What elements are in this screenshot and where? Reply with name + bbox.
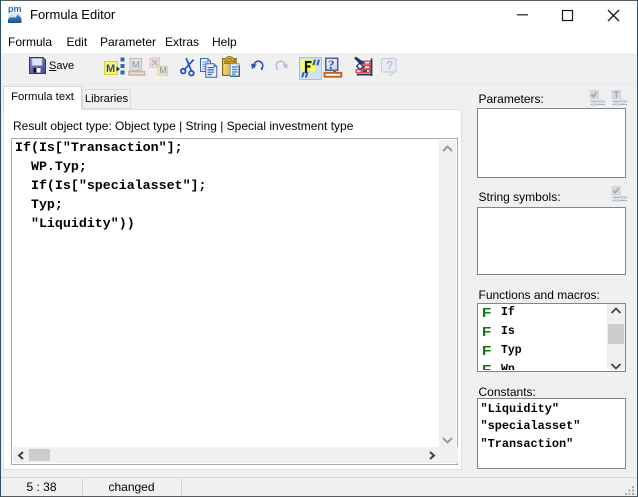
svg-text:M: M — [106, 63, 115, 75]
svg-text:M: M — [132, 60, 140, 71]
svg-text:T: T — [614, 90, 620, 100]
svg-text:?: ? — [386, 59, 393, 73]
svg-text:M: M — [159, 66, 167, 76]
svg-text:?: ? — [328, 57, 335, 72]
svg-text:pm: pm — [8, 4, 22, 14]
